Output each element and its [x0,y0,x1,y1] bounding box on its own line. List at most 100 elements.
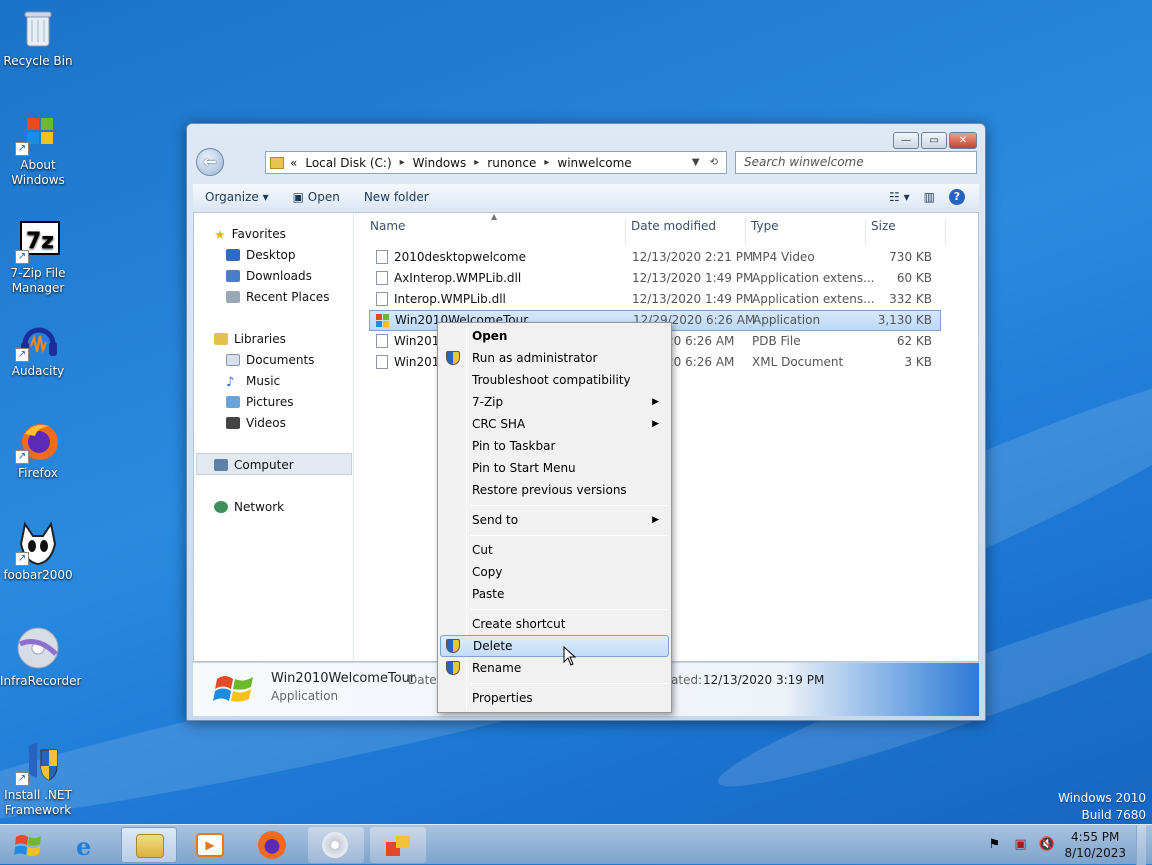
desktop-icon-label: Install .NET Framework [4,788,72,817]
action-center-flag-icon[interactable]: ⚑ [986,837,1002,853]
shortcut-arrow-icon: ↗ [15,450,29,464]
taskbar-control-panel[interactable] [370,827,426,863]
organize-button[interactable]: Organize ▾ [193,190,281,204]
menu-label: Properties [472,691,533,705]
nav-desktop[interactable]: Desktop [226,248,296,262]
details-created-value: 12/13/2020 3:19 PM [703,673,825,687]
menu-item-copy[interactable]: Copy [440,561,669,583]
menu-item-open[interactable]: Open [440,325,669,347]
menu-item-pin-to-taskbar[interactable]: Pin to Taskbar [440,435,669,457]
nav-libraries[interactable]: Libraries [214,332,286,346]
desktop-icon-recycle-bin[interactable]: Recycle Bin [0,6,76,69]
shortcut-arrow-icon: ↗ [15,772,29,786]
column-type[interactable]: Type [751,219,779,233]
recent-places-icon [226,291,240,303]
desktop-icon-firefox[interactable]: ↗ Firefox [0,418,76,481]
nav-documents[interactable]: Documents [226,353,314,367]
menu-item-rename[interactable]: Rename [440,657,669,679]
nav-music[interactable]: ♪ Music [226,374,281,390]
taskbar-media-player[interactable]: ▶ [182,827,238,863]
column-date-modified[interactable]: Date modified [631,219,716,233]
menu-item-delete[interactable]: Delete [440,635,669,657]
nav-recent-places[interactable]: Recent Places [226,290,329,304]
minimize-button[interactable]: — [893,132,919,149]
breadcrumb-separator-icon[interactable]: ▸ [544,157,549,168]
desktop-icon-7zip[interactable]: 7z ↗ 7-Zip File Manager [0,218,76,296]
close-button[interactable]: ✕ [949,132,977,149]
firefox-icon: ↗ [15,418,61,464]
taskbar-cd-burner[interactable] [308,827,364,863]
menu-label: Open [472,329,508,343]
change-view-icon[interactable]: ☷ ▾ [889,190,910,204]
refresh-icon[interactable]: ⟲ [710,157,718,168]
desktop-icon-install-dotnet[interactable]: ↗ Install .NET Framework [0,740,76,818]
mouse-cursor-icon [563,645,577,669]
volume-muted-icon[interactable]: 🔇 [1038,837,1054,853]
menu-item-troubleshoot-compatibility[interactable]: Troubleshoot compatibility [440,369,669,391]
taskbar-windows-explorer[interactable] [121,827,177,863]
address-overflow[interactable]: « [290,156,297,170]
menu-item-paste[interactable]: Paste [440,583,669,605]
nav-videos[interactable]: Videos [226,416,286,430]
menu-item-cut[interactable]: Cut [440,539,669,561]
file-size: 332 KB [889,292,932,306]
breadcrumb-separator-icon[interactable]: ▸ [474,157,479,168]
search-input[interactable]: Search winwelcome [735,151,977,174]
shortcut-arrow-icon: ↗ [15,250,29,264]
nav-label: Computer [234,458,294,472]
menu-item-pin-to-start-menu[interactable]: Pin to Start Menu [440,457,669,479]
help-icon[interactable]: ? [949,189,965,205]
breadcrumb-runonce[interactable]: runonce [487,156,536,170]
breadcrumb-winwelcome[interactable]: winwelcome [557,156,631,170]
maximize-button[interactable]: ▭ [921,132,947,149]
column-headers: Name ▲ Date modified Type Size [354,212,978,245]
new-folder-button[interactable]: New folder [352,190,441,204]
file-row[interactable]: AxInterop.WMPLib.dll 12/13/2020 1:49 PM … [370,269,940,288]
file-row[interactable]: Interop.WMPLib.dll 12/13/2020 1:49 PM Ap… [370,290,940,309]
details-file-name: Win2010WelcomeTour [271,671,416,686]
back-button[interactable]: ← [196,148,224,176]
address-bar[interactable]: « Local Disk (C:) ▸ Windows ▸ runonce ▸ … [265,151,727,174]
file-row[interactable]: 2010desktopwelcome 12/13/2020 2:21 PM MP… [370,248,940,267]
menu-item-properties[interactable]: Properties [440,687,669,709]
nav-downloads[interactable]: Downloads [226,269,312,283]
start-button[interactable] [8,828,48,862]
nav-computer[interactable]: Computer [214,458,294,472]
menu-item-create-shortcut[interactable]: Create shortcut [440,613,669,635]
open-button-label: Open [307,190,340,204]
taskbar-internet-explorer[interactable]: e [62,827,118,863]
menu-item-send-to[interactable]: Send to ▶ [440,509,669,531]
breadcrumb-windows[interactable]: Windows [413,156,467,170]
nav-pictures[interactable]: Pictures [226,395,294,409]
address-dropdown-icon[interactable]: ▼ [692,157,700,168]
desktop-icon-about-windows[interactable]: ↗ About Windows [0,110,76,188]
system-clock[interactable]: 4:55 PM 8/10/2023 [1064,829,1126,861]
file-date: 12/13/2020 1:49 PM [632,271,754,285]
network-status-icon[interactable]: ▣ [1012,837,1028,853]
menu-label: Pin to Taskbar [472,439,556,453]
menu-item-restore-previous-versions[interactable]: Restore previous versions [440,479,669,501]
breadcrumb-separator-icon[interactable]: ▸ [400,157,405,168]
file-size: 60 KB [896,271,932,285]
open-button[interactable]: ▣ Open [281,190,352,204]
breadcrumb-local-disk[interactable]: Local Disk (C:) [305,156,391,170]
taskbar-firefox[interactable] [244,827,300,863]
column-size[interactable]: Size [871,219,896,233]
uac-shield-icon [446,639,460,653]
nav-label: Desktop [246,248,296,262]
nav-network[interactable]: Network [214,500,284,514]
nav-label: Music [246,374,281,388]
clock-time: 4:55 PM [1071,830,1120,844]
preview-pane-icon[interactable]: ▥ [924,190,935,204]
menu-item-crc-sha[interactable]: CRC SHA ▶ [440,413,669,435]
menu-item-run-as-administrator[interactable]: Run as administrator [440,347,669,369]
file-date: 12/13/2020 2:21 PM [632,250,754,264]
desktop-icon-foobar2000[interactable]: ↗ foobar2000 [0,520,76,583]
media-player-icon: ▶ [196,833,224,857]
menu-item-7zip[interactable]: 7-Zip ▶ [440,391,669,413]
show-desktop-button[interactable] [1136,825,1146,865]
desktop-icon-infrarecorder[interactable]: InfraRecorder [0,626,81,689]
nav-favorites[interactable]: ★ Favorites [214,227,286,243]
column-name[interactable]: Name [370,219,405,233]
desktop-icon-audacity[interactable]: ↗ Audacity [0,316,76,379]
